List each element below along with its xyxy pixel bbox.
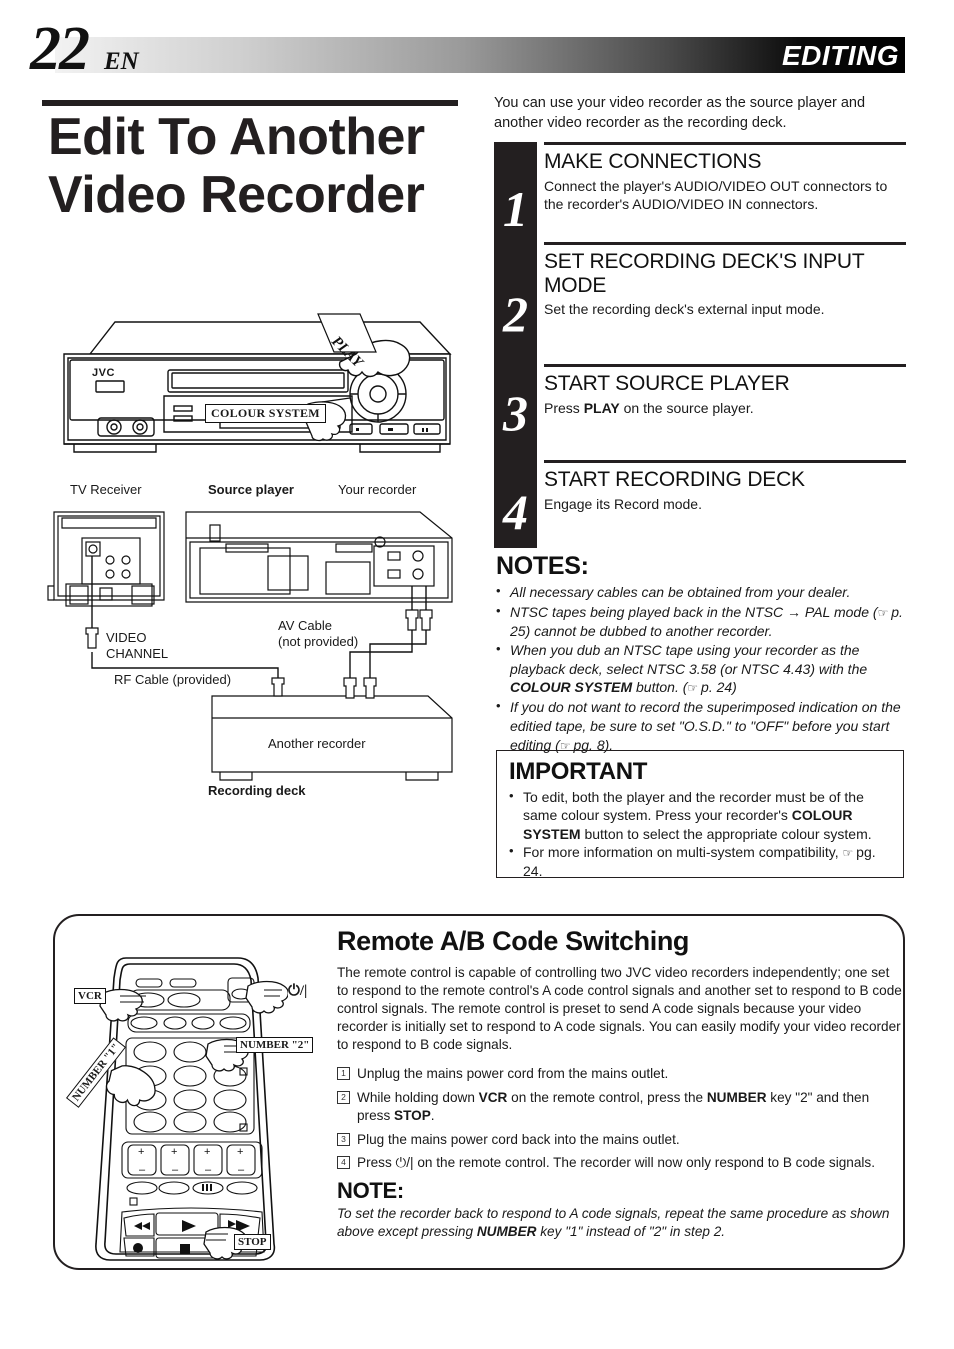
language-code: EN [104, 48, 139, 75]
remote-step-item: 3 Plug the mains power cord back into th… [337, 1131, 903, 1149]
av-cable-note: (not provided) [278, 634, 359, 649]
notes-list: All necessary cables can be obtained fro… [496, 582, 906, 755]
step-3-body: Press PLAY on the source player. [544, 399, 906, 417]
source-player-label: Source player [208, 482, 294, 497]
svg-text:+: + [237, 1146, 243, 1158]
svg-text:+: + [138, 1146, 144, 1158]
step-number-1: 1 [503, 181, 528, 237]
important-block: IMPORTANT To edit, both the player and t… [496, 750, 904, 881]
video-label: VIDEO [106, 630, 147, 645]
channel-label: CHANNEL [106, 646, 169, 661]
av-cable-label: AV Cable [278, 618, 332, 633]
note-item: All necessary cables can be obtained fro… [496, 582, 906, 602]
step-index-badge: 1 [337, 1066, 350, 1080]
svg-text:–: – [172, 1164, 179, 1176]
svg-text:+: + [171, 1146, 177, 1158]
notes-heading: NOTES: [496, 552, 589, 580]
recording-deck-label: Recording deck [208, 783, 306, 798]
step-3-body-prefix: Press [544, 399, 584, 416]
remote-step-text: Unplug the mains power cord from the mai… [357, 1065, 669, 1081]
step-number-2: 2 [503, 286, 528, 342]
important-heading: IMPORTANT [509, 758, 648, 785]
colour-system-callout: COLOUR SYSTEM [205, 404, 326, 423]
step-4-body: Engage its Record mode. [544, 495, 702, 512]
step-divider [544, 364, 906, 367]
vcr-button-callout: VCR [74, 988, 106, 1004]
remote-step-text: Press ⏻/| on the remote control. The rec… [357, 1155, 876, 1171]
another-recorder-label: Another recorder [268, 736, 366, 751]
stop-button-callout: STOP [234, 1234, 271, 1250]
remote-text-column: Remote A/B Code Switching The remote con… [337, 926, 903, 1242]
remote-step-item: 4 Press ⏻/| on the remote control. The r… [337, 1154, 903, 1172]
step-2: SET RECORDING DECK'S INPUT MODE Set the … [544, 242, 906, 318]
step-4-heading: START RECORDING DECK [544, 468, 805, 491]
number-2-callout: NUMBER "2" [236, 1037, 314, 1053]
remote-heading: Remote A/B Code Switching [337, 926, 690, 956]
note-item: When you dub an NTSC tape using your rec… [496, 640, 906, 697]
title-rule [42, 100, 458, 106]
step-1-body: Connect the player's AUDIO/VIDEO OUT con… [544, 177, 888, 212]
svg-text:–: – [139, 1164, 146, 1176]
step-1: MAKE CONNECTIONS Connect the player's AU… [544, 142, 906, 213]
rf-cable-label: RF Cable (provided) [114, 672, 232, 687]
step-index-badge: 2 [337, 1090, 350, 1104]
step-3: START SOURCE PLAYER Press PLAY on the so… [544, 364, 906, 417]
power-button-callout: ⏻/| [288, 982, 308, 1000]
note-item: NTSC tapes being played back in the NTSC… [496, 602, 906, 641]
remote-step-text: Plug the mains power cord back into the … [357, 1131, 680, 1147]
header-gradient-bar [55, 37, 905, 73]
important-item: To edit, both the player and the recorde… [509, 787, 891, 843]
svg-text:–: – [238, 1164, 245, 1176]
intro-paragraph: You can use your video recorder as the s… [494, 95, 866, 131]
step-index-badge: 3 [337, 1132, 350, 1146]
connection-diagram: TV Receiver Source player Your recorder … [40, 482, 480, 802]
step-number-3: 3 [503, 385, 528, 441]
tv-receiver-label: TV Receiver [70, 482, 142, 497]
your-recorder-label: Your recorder [338, 482, 417, 497]
remote-note-heading: NOTE: [337, 1178, 404, 1204]
step-divider [544, 142, 906, 145]
step-1-heading: MAKE CONNECTIONS [544, 150, 762, 173]
notes-block: NOTES: All necessary cables can be obtai… [496, 552, 906, 756]
step-number-4: 4 [503, 484, 528, 540]
step-number-column: 1 2 3 4 [494, 142, 537, 548]
step-3-body-suffix: on the source player. [619, 399, 754, 416]
remote-note-text: To set the recorder back to respond to A… [337, 1206, 890, 1240]
step-divider [544, 460, 906, 463]
step-divider [544, 242, 906, 245]
jvc-brand-label: JVC [92, 367, 115, 379]
step-index-badge: 4 [337, 1156, 350, 1170]
important-list: To edit, both the player and the recorde… [509, 787, 891, 881]
section-title: EDITING [781, 40, 899, 71]
remote-step-item: 2 While holding down VCR on the remote c… [337, 1089, 903, 1125]
page-number: 22 [30, 15, 90, 83]
svg-text:–: – [205, 1164, 212, 1176]
svg-text:+: + [204, 1146, 210, 1158]
page-title: Edit To Another Video Recorder [48, 108, 425, 225]
vcr-illustration: PLAY PLAY COLOUR SYSTEM JVC [60, 312, 480, 472]
step-2-body: Set the recording deck's external input … [544, 301, 825, 318]
remote-step-text: While holding down VCR on the remote con… [357, 1089, 870, 1123]
step-3-heading: START SOURCE PLAYER [544, 372, 790, 395]
remote-illustration: + + + + – – – – VCR ⏻/| NUMBER "2" NUMBE… [60, 952, 325, 1262]
remote-body: The remote control is capable of control… [337, 965, 902, 1052]
step-2-heading: SET RECORDING DECK'S INPUT MODE [544, 250, 865, 297]
remote-step-item: 1 Unplug the mains power cord from the m… [337, 1065, 903, 1083]
step-4: START RECORDING DECK Engage its Record m… [544, 460, 906, 513]
remote-steps-list: 1 Unplug the mains power cord from the m… [337, 1065, 903, 1173]
important-item: For more information on multi-system com… [509, 842, 891, 880]
step-3-body-bold: PLAY [583, 399, 620, 416]
note-item: If you do not want to record the superim… [496, 697, 906, 754]
remote-note-block: NOTE: To set the recorder back to respon… [337, 1178, 903, 1241]
manual-page: 22 EN EDITING Edit To Another Video Reco… [0, 0, 954, 1349]
